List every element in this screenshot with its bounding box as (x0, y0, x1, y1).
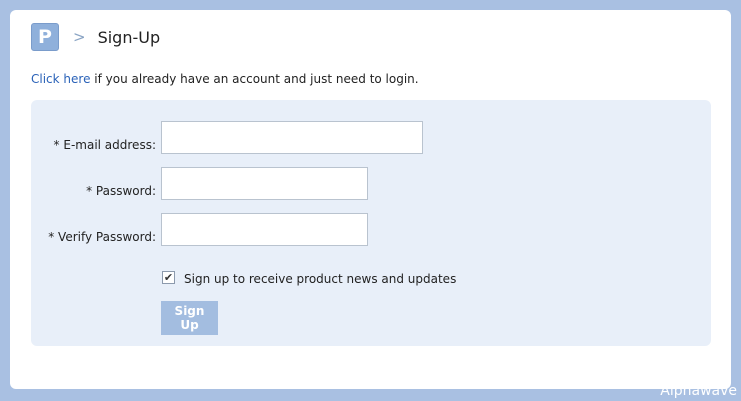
verify-password-field[interactable] (161, 213, 368, 246)
login-link[interactable]: Click here (31, 72, 90, 86)
password-field[interactable] (161, 167, 368, 200)
verify-password-label: * Verify Password: (48, 230, 156, 244)
email-label: * E-mail address: (53, 138, 156, 152)
sign-up-button[interactable]: Sign Up (161, 301, 218, 335)
login-prompt-text: if you already have an account and just … (90, 72, 419, 86)
app-logo-icon[interactable]: P (31, 23, 59, 51)
password-label: * Password: (86, 184, 156, 198)
newsletter-checkbox[interactable]: ✔ (162, 271, 175, 284)
signup-form: * E-mail address: * Password: * Verify P… (31, 100, 711, 346)
checkmark-icon: ✔ (163, 271, 174, 284)
newsletter-label[interactable]: Sign up to receive product news and upda… (184, 272, 456, 286)
breadcrumb: P > Sign-Up (31, 23, 160, 51)
breadcrumb-separator: > (73, 28, 86, 46)
login-prompt: Click here if you already have an accoun… (31, 72, 419, 86)
signup-card: P > Sign-Up Click here if you already ha… (10, 10, 731, 389)
watermark-text: Alphawave (660, 383, 737, 399)
page-title: Sign-Up (97, 27, 161, 47)
email-field[interactable] (161, 121, 423, 154)
